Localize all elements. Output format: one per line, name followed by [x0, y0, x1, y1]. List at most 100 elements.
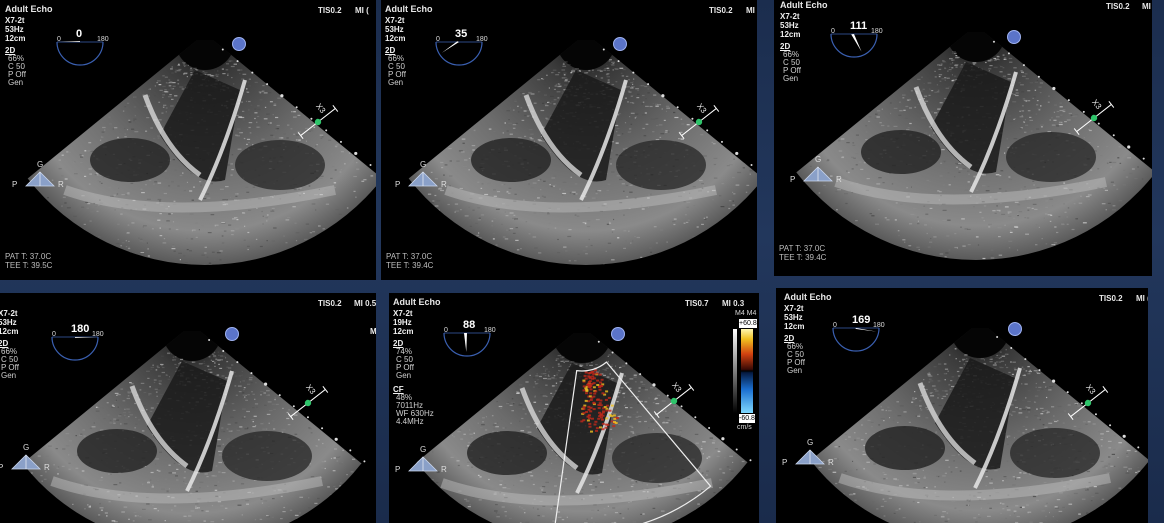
multiplane-angle-indicator: 88 0 180	[443, 319, 517, 363]
orient-r: R	[441, 180, 447, 189]
echo-panel-5: X3 Adult Echo TIS0.7 MI 0.3 X7-2t 19Hz 12cm 2D 7…	[389, 293, 759, 523]
param-depth: 12cm	[0, 327, 19, 336]
param-depth: 12cm	[5, 34, 26, 43]
panel-header: Adult Echo	[780, 0, 828, 10]
param-freq: 53Hz	[780, 21, 799, 30]
param-freq: 53Hz	[5, 25, 24, 34]
orient-p: P	[0, 463, 4, 472]
angle-min: 0	[444, 327, 448, 334]
tee-temp: TEE T: 39.4C	[779, 253, 827, 262]
probe-orientation-icon	[232, 37, 246, 51]
svg-text:X3: X3	[670, 381, 683, 395]
angle-min: 0	[833, 322, 837, 329]
param-gen: Gen	[396, 371, 412, 380]
param-depth: 12cm	[385, 34, 406, 43]
param-gen: Gen	[783, 74, 799, 83]
param-probe: X7-2t	[393, 309, 413, 318]
param-probe: X7-2t	[385, 16, 405, 25]
angle-value: 88	[463, 319, 476, 331]
colorbar-max: +60.8	[739, 319, 757, 328]
mi-readout: MI 0.3	[722, 299, 745, 308]
probe-orientation-icon	[225, 327, 239, 341]
tis-readout: TIS0.2	[318, 299, 342, 308]
orient-p: P	[12, 180, 18, 189]
angle-value: 180	[71, 323, 90, 335]
orient-g: G	[23, 443, 30, 452]
multiplane-angle-indicator: 180 0 180	[51, 323, 125, 367]
patient-temp: PAT T: 37.0C	[5, 252, 52, 261]
echo-panel-3: X3 Adult Echo TIS0.2 MI X7-2t 53Hz 12cm 2D 66% C …	[774, 0, 1152, 276]
angle-max: 180	[476, 36, 488, 43]
param-probe: X7-2t	[780, 12, 800, 21]
panel-header: Adult Echo	[784, 292, 832, 302]
param-depth: 12cm	[784, 322, 805, 331]
param-gen: Gen	[388, 78, 404, 87]
param-probe: X7-2t	[784, 304, 804, 313]
orient-r: R	[836, 175, 842, 184]
angle-max: 180	[97, 36, 109, 43]
orientation-icon: G P R	[0, 443, 50, 477]
orientation-icon: G P R	[782, 438, 834, 472]
focus-scale: X3	[287, 383, 329, 421]
param-probe: X7-2t	[0, 309, 18, 318]
param-freq: 53Hz	[784, 313, 803, 322]
echo-panel-2: X3Adult EchoTIS0.2MI (X7-2t53Hz12cm2D66%…	[381, 0, 757, 280]
orientation-icon: G P R	[790, 155, 842, 189]
mi-readout: MI (	[1136, 294, 1148, 303]
panel-header: Adult Echo	[5, 4, 53, 14]
panel-header: Adult Echo	[393, 297, 441, 307]
orient-g: G	[807, 438, 814, 447]
panel-header: Adult Echo	[385, 4, 433, 14]
orient-p: P	[790, 175, 796, 184]
mi-readout: MI 0.5	[354, 299, 376, 308]
angle-max: 180	[871, 28, 883, 35]
angle-value: 169	[852, 314, 871, 326]
color-velocity-scale: M4 M4 +60.8 -60.8 cm/s	[733, 310, 757, 431]
param-gen: Gen	[1, 371, 17, 380]
orient-p: P	[395, 180, 401, 189]
orientation-icon: G P R	[12, 160, 64, 194]
colorbar-gradient	[741, 329, 753, 413]
ultrasound-sector-image: X3	[22, 331, 366, 523]
orient-g: G	[37, 160, 44, 169]
probe-orientation-icon	[611, 327, 625, 341]
angle-value: 0	[76, 28, 83, 40]
colorbar-unit: cm/s	[737, 424, 752, 431]
mi-readout: MI (	[355, 6, 369, 15]
tis-readout: TIS0.2	[318, 6, 342, 15]
orient-g: G	[420, 160, 427, 169]
svg-text:X3: X3	[695, 102, 708, 116]
param-gen: Gen	[8, 78, 24, 87]
probe-orientation-icon	[613, 37, 627, 51]
echo-panel-1: X3 Adult Echo TIS0.2 MI (X7-2t 53Hz 12cm 2D 66%…	[0, 0, 376, 280]
angle-min: 0	[57, 36, 61, 43]
multiplane-angle-indicator: 169 0 180	[832, 314, 906, 358]
tis-readout: TIS0.2	[1106, 2, 1130, 11]
tis-readout: TIS0.7	[685, 299, 709, 308]
echo-panel-4: X3 TIS0.2 MI 0.5 X7-2t 53Hz 12cm 2D 66% C 50 P Of…	[0, 293, 376, 523]
orient-r: R	[58, 180, 64, 189]
probe-orientation-icon	[1007, 30, 1021, 44]
multiplane-angle-indicator: 35 0 180	[435, 28, 509, 72]
orientation-icon: G P R	[395, 160, 447, 194]
tis-readout: TIS0.2	[1099, 294, 1123, 303]
orient-p: P	[782, 458, 788, 467]
orient-g: G	[815, 155, 822, 164]
param-freq: 19Hz	[393, 318, 412, 327]
param-cf-freq: 4.4MHz	[396, 417, 424, 426]
svg-text:X3: X3	[1090, 98, 1103, 112]
orient-r: R	[44, 463, 50, 472]
orient-r: R	[441, 465, 447, 474]
orient-p: P	[395, 465, 401, 474]
patient-temp: PAT T: 37.0C	[779, 244, 826, 253]
grayscale-bar	[733, 329, 737, 413]
svg-text:X3: X3	[304, 383, 317, 397]
angle-max: 180	[873, 322, 885, 329]
patient-temp: PAT T: 37.0C	[386, 252, 433, 261]
orient-r: R	[828, 458, 834, 467]
param-depth: 12cm	[780, 30, 801, 39]
svg-text:X3: X3	[314, 102, 327, 116]
probe-orientation-icon	[1008, 322, 1022, 336]
angle-max: 180	[484, 327, 496, 334]
param-depth: 12cm	[393, 327, 414, 336]
